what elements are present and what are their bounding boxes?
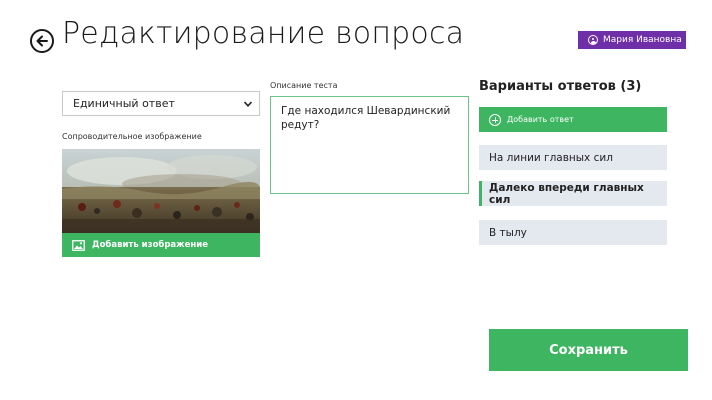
page-title: Редактирование вопроса — [62, 16, 465, 51]
add-image-button[interactable]: Добавить изображение — [62, 233, 260, 257]
answer-label: Далеко впереди главных сил — [489, 181, 644, 206]
back-button[interactable] — [30, 29, 54, 53]
description-label: Описание теста — [270, 81, 338, 90]
answer-type-value: Единичный ответ — [73, 97, 175, 110]
description-field[interactable]: Где находился Шевардинский редут? — [270, 96, 469, 194]
question-image — [62, 149, 260, 233]
answers-title: Варианты ответов (3) — [479, 79, 642, 94]
answer-item-selected[interactable]: Далеко впереди главных сил — [479, 181, 667, 206]
add-answer-label: Добавить ответ — [507, 115, 574, 124]
image-icon — [72, 239, 85, 251]
answer-item[interactable]: В тылу — [479, 220, 667, 245]
answer-label: В тылу — [489, 226, 527, 239]
user-name: Мария Ивановна — [603, 35, 682, 45]
add-image-label: Добавить изображение — [92, 240, 208, 250]
answer-type-select[interactable]: Единичный ответ — [62, 91, 260, 116]
add-answer-button[interactable]: Добавить ответ — [479, 107, 667, 132]
arrow-left-icon — [36, 35, 48, 47]
image-label: Сопроводительное изображение — [62, 132, 202, 141]
answer-item[interactable]: На линии главных сил — [479, 145, 667, 170]
user-badge[interactable]: Мария Ивановна — [578, 31, 686, 49]
save-button[interactable]: Сохранить — [489, 329, 688, 371]
user-icon — [588, 35, 598, 45]
chevron-down-icon — [243, 101, 253, 107]
answer-label: На линии главных сил — [489, 151, 613, 164]
plus-circle-icon — [489, 113, 501, 126]
